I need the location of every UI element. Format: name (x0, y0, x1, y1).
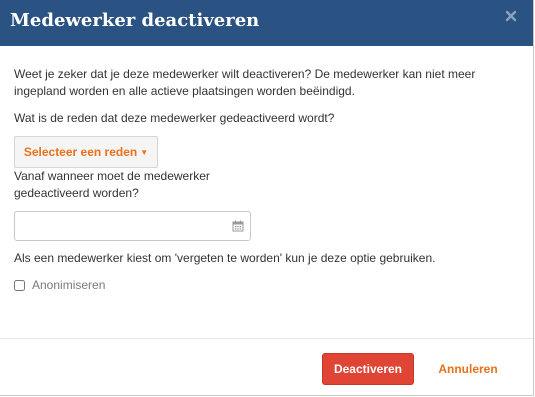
anonymize-option[interactable]: Anonimiseren (14, 276, 105, 294)
close-icon (505, 10, 517, 22)
calendar-icon[interactable] (232, 220, 244, 232)
dialog-header: Medewerker deactiveren (0, 0, 533, 46)
caret-down-icon: ▼ (140, 148, 149, 157)
cancel-button[interactable]: Annuleren (432, 353, 504, 385)
footer-divider (0, 338, 533, 339)
select-reason-label: Selecteer een reden (23, 145, 138, 159)
reason-question: Wat is de reden dat deze medewerker gede… (14, 111, 335, 125)
deactivate-employee-dialog: Medewerker deactiveren Weet je zeker dat… (0, 0, 534, 396)
close-button[interactable] (503, 8, 519, 24)
deactivate-warning-text: Weet je zeker dat je deze medewerker wil… (14, 67, 476, 98)
deactivate-button[interactable]: Deactiveren (322, 353, 414, 385)
anonymize-checkbox[interactable] (14, 279, 25, 291)
forget-info-text: Als een medewerker kiest om 'vergeten te… (14, 251, 436, 265)
deactivation-date-input[interactable] (21, 213, 225, 241)
deactivation-date-field (14, 211, 251, 241)
dialog-title: Medewerker deactiveren (10, 10, 260, 31)
anonymize-label: Anonimiseren (32, 277, 106, 292)
select-reason-dropdown[interactable]: Selecteer een reden ▼ (14, 136, 158, 168)
deactivation-date-label: Vanaf wanneer moet de medewerker gedeact… (14, 169, 210, 200)
